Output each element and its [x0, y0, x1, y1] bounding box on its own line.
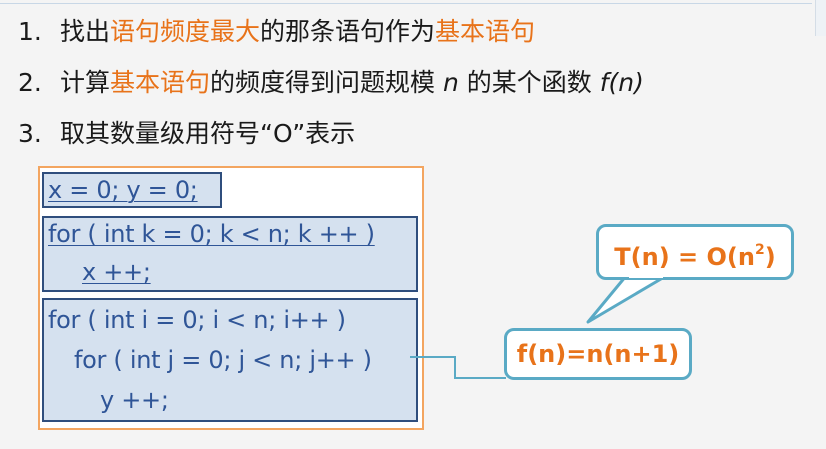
frequency-text: f(n)=n(n+1): [516, 340, 680, 368]
complexity-text: T(n) = O(n: [614, 243, 755, 271]
complexity-callout: T(n) = O(n2): [596, 224, 794, 280]
complexity-exponent: 2: [754, 242, 765, 258]
pointer-seam: [629, 272, 663, 278]
connector-line: [410, 356, 506, 379]
pointer-tail: [586, 274, 668, 324]
complexity-close: ): [764, 243, 776, 271]
frequency-callout: f(n)=n(n+1): [504, 328, 692, 380]
